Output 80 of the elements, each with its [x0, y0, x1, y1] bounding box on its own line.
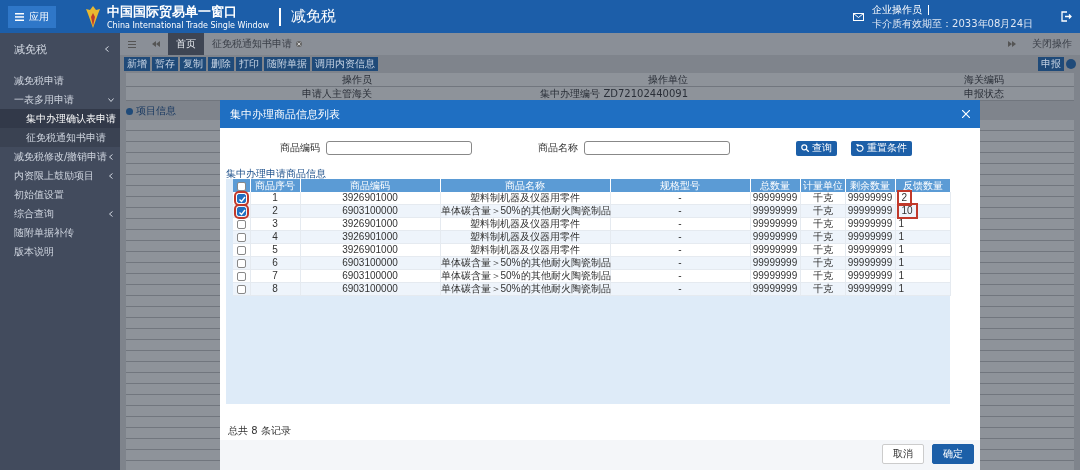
- menu-icon[interactable]: [128, 40, 136, 48]
- sidebar-title[interactable]: 减免税: [0, 33, 120, 65]
- logo-title: 中国国际贸易单一窗口: [107, 3, 238, 21]
- toolbar-button[interactable]: 随附单据: [264, 56, 310, 71]
- reset-button[interactable]: 重置条件: [851, 140, 912, 156]
- tab[interactable]: 征免税通知书申请: [204, 33, 310, 55]
- declare-button[interactable]: 申报: [1038, 56, 1064, 71]
- reset-icon: [856, 144, 864, 152]
- toolbar-button[interactable]: 删除: [208, 56, 234, 71]
- table-cell: 千克: [800, 192, 845, 205]
- toolbar-button[interactable]: 新增: [124, 56, 150, 71]
- sidebar-item[interactable]: 减免税修改/撤销申请: [0, 147, 120, 166]
- close-icon[interactable]: [296, 41, 302, 47]
- user-role: 企业操作员: [872, 2, 923, 17]
- toolbar-button[interactable]: 复制: [180, 56, 206, 71]
- row-checkbox[interactable]: [236, 219, 246, 229]
- forward-icon[interactable]: [1008, 41, 1016, 47]
- rewind-icon[interactable]: [152, 41, 160, 47]
- chevron-left-icon: [104, 46, 110, 52]
- toolbar-button[interactable]: 打印: [236, 56, 262, 71]
- highlighted-cell-value: 2: [898, 192, 911, 204]
- dialog-title: 集中办理商品信息列表: [230, 106, 340, 122]
- chevron-down-icon: [108, 96, 114, 103]
- chevron-left-icon: [108, 153, 114, 160]
- field-label: 操作单位: [647, 73, 689, 86]
- section-title: 项目信息: [136, 104, 176, 118]
- table-cell: 3926901000: [300, 192, 440, 205]
- toolbar-button[interactable]: 暂存: [152, 56, 178, 71]
- row-checkbox[interactable]: [236, 206, 246, 216]
- menu-icon: [15, 12, 24, 21]
- sidebar-item[interactable]: 随附单据补传: [0, 223, 120, 242]
- sidebar-item[interactable]: 减免税申请: [0, 71, 120, 90]
- highlighted-cell-value: 10: [898, 205, 916, 217]
- field-label: 申报状态: [963, 87, 1005, 100]
- chevron-left-icon: [108, 210, 114, 217]
- select-all-checkbox[interactable]: [236, 181, 246, 191]
- search-field[interactable]: [584, 141, 730, 155]
- field-label: 申请人主管海关: [301, 87, 373, 100]
- row-checkbox[interactable]: [236, 284, 246, 294]
- app-menu-button[interactable]: 应用: [8, 5, 56, 28]
- logo-icon: [84, 4, 102, 29]
- sidebar-subitem[interactable]: 征免税通知书申请: [0, 128, 120, 147]
- row-checkbox[interactable]: [236, 258, 246, 268]
- field-label: 商品名称: [538, 141, 578, 155]
- table-cell: 99999999: [750, 192, 800, 205]
- section-icon: [126, 107, 133, 115]
- search-field[interactable]: [326, 141, 472, 155]
- table-cell: 塑料制机器及仪器用零件: [440, 192, 610, 205]
- toolbar-button[interactable]: 调用内资信息: [312, 56, 378, 71]
- chevron-left-icon: [108, 172, 114, 179]
- card-expiry: 卡介质有效期至：2033年08月24日: [872, 16, 1033, 31]
- field-label: 商品编码: [280, 141, 320, 155]
- search-button[interactable]: 查询: [796, 140, 837, 156]
- sidebar-item[interactable]: 版本说明: [0, 242, 120, 261]
- field-label: 操作员: [341, 73, 373, 86]
- close-operations-button[interactable]: 关闭操作: [1024, 33, 1080, 55]
- table-caption: 集中办理申请商品信息: [225, 168, 327, 179]
- table-cell: 1: [250, 192, 300, 205]
- table-cell: 99999999: [845, 192, 895, 205]
- row-checkbox[interactable]: [236, 193, 246, 203]
- sidebar-item[interactable]: 初始值设置: [0, 185, 120, 204]
- field-label: 集中办理编号 ZD72102440091: [539, 87, 689, 100]
- field-label: 海关编码: [963, 73, 1005, 86]
- sidebar-item[interactable]: 综合查询: [0, 204, 120, 223]
- search-icon: [801, 144, 809, 152]
- logout-icon[interactable]: [1061, 11, 1072, 22]
- tab[interactable]: 首页: [168, 33, 204, 55]
- module-title: 减免税: [291, 7, 337, 26]
- sidebar-item[interactable]: 一表多用申请: [0, 90, 120, 109]
- row-checkbox[interactable]: [236, 232, 246, 242]
- table-cell: -: [610, 192, 750, 205]
- row-checkbox[interactable]: [236, 245, 246, 255]
- record-count: 总共 8 条记录: [227, 424, 292, 438]
- confirm-button[interactable]: 确定: [932, 444, 974, 464]
- row-checkbox[interactable]: [236, 271, 246, 281]
- cancel-button[interactable]: 取消: [882, 444, 924, 464]
- mail-icon[interactable]: [853, 12, 865, 21]
- sidebar-subitem[interactable]: 集中办理确认表申请: [0, 109, 120, 128]
- sidebar-item[interactable]: 内资限上鼓励项目: [0, 166, 120, 185]
- logo-subtitle: China International Trade Single Window: [107, 21, 270, 30]
